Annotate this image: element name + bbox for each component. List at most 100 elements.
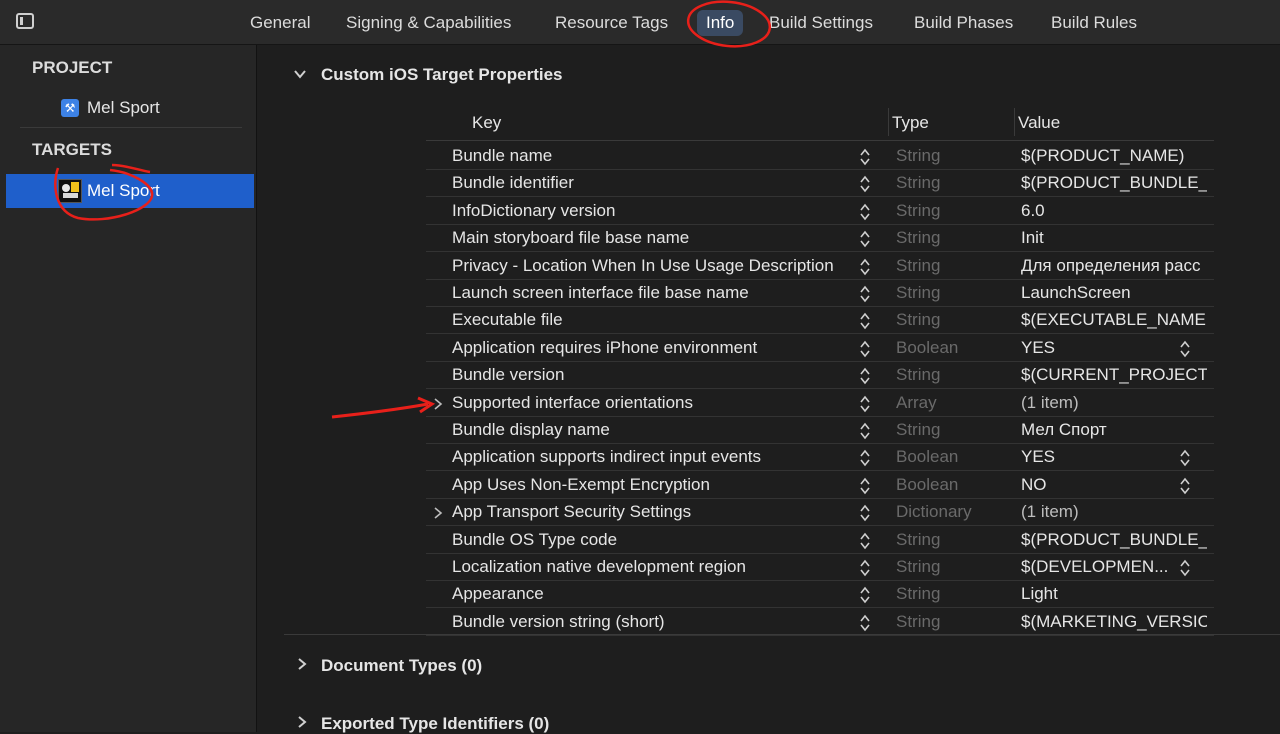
row-value[interactable]: Для определения расс bbox=[1021, 256, 1207, 276]
table-row[interactable]: Privacy - Location When In Use Usage Des… bbox=[426, 252, 1214, 280]
column-header-value[interactable]: Value bbox=[1018, 113, 1060, 133]
row-value[interactable]: (1 item) bbox=[1021, 502, 1207, 522]
row-type[interactable]: String bbox=[896, 420, 940, 440]
row-type[interactable]: Array bbox=[896, 393, 937, 413]
chevron-right-icon[interactable] bbox=[433, 505, 443, 519]
key-stepper-icon[interactable] bbox=[859, 175, 871, 193]
key-stepper-icon[interactable] bbox=[859, 203, 871, 221]
row-key[interactable]: Executable file bbox=[452, 310, 563, 330]
key-stepper-icon[interactable] bbox=[859, 395, 871, 413]
row-type[interactable]: Boolean bbox=[896, 475, 958, 495]
key-stepper-icon[interactable] bbox=[859, 422, 871, 440]
row-key[interactable]: Appearance bbox=[452, 584, 544, 604]
row-key[interactable]: Localization native development region bbox=[452, 557, 746, 577]
row-value[interactable]: $(PRODUCT_BUNDLE_ bbox=[1021, 530, 1207, 550]
row-value[interactable]: $(EXECUTABLE_NAME bbox=[1021, 310, 1207, 330]
key-stepper-icon[interactable] bbox=[859, 285, 871, 303]
row-value[interactable]: Мел Спорт bbox=[1021, 420, 1207, 440]
row-type[interactable]: String bbox=[896, 530, 940, 550]
row-key[interactable]: Bundle OS Type code bbox=[452, 530, 617, 550]
chevron-right-icon[interactable] bbox=[295, 715, 309, 729]
value-popup-icon[interactable] bbox=[1179, 559, 1191, 577]
row-key[interactable]: Bundle version string (short) bbox=[452, 612, 665, 632]
row-value[interactable]: $(CURRENT_PROJECT bbox=[1021, 365, 1207, 385]
key-stepper-icon[interactable] bbox=[859, 148, 871, 166]
value-popup-icon[interactable] bbox=[1179, 340, 1191, 358]
row-value[interactable]: $(PRODUCT_NAME) bbox=[1021, 146, 1207, 166]
row-type[interactable]: String bbox=[896, 228, 940, 248]
tab-info[interactable]: Info bbox=[697, 10, 744, 36]
table-row[interactable]: Bundle version String $(CURRENT_PROJECT bbox=[426, 361, 1214, 390]
table-row[interactable]: InfoDictionary version String 6.0 bbox=[426, 197, 1214, 225]
row-type[interactable]: Dictionary bbox=[896, 502, 972, 522]
key-stepper-icon[interactable] bbox=[859, 504, 871, 522]
row-key[interactable]: Bundle identifier bbox=[452, 173, 574, 193]
sidebar-toggle-icon[interactable] bbox=[16, 13, 34, 29]
row-value[interactable]: Init bbox=[1021, 228, 1207, 248]
row-value[interactable]: $(PRODUCT_BUNDLE_ bbox=[1021, 173, 1207, 193]
row-key[interactable]: App Uses Non-Exempt Encryption bbox=[452, 475, 710, 495]
key-stepper-icon[interactable] bbox=[859, 449, 871, 467]
table-row[interactable]: Application requires iPhone environment B… bbox=[426, 334, 1214, 362]
row-key[interactable]: Application requires iPhone environment bbox=[452, 338, 757, 358]
key-stepper-icon[interactable] bbox=[859, 258, 871, 276]
tab-resource-tags[interactable]: Resource Tags bbox=[555, 10, 668, 36]
table-row[interactable]: Executable file String $(EXECUTABLE_NAME bbox=[426, 306, 1214, 335]
table-row[interactable]: Appearance String Light bbox=[426, 580, 1214, 609]
row-type[interactable]: String bbox=[896, 173, 940, 193]
row-key[interactable]: Bundle version bbox=[452, 365, 564, 385]
key-stepper-icon[interactable] bbox=[859, 477, 871, 495]
key-stepper-icon[interactable] bbox=[859, 367, 871, 385]
row-type[interactable]: String bbox=[896, 612, 940, 632]
row-type[interactable]: String bbox=[896, 557, 940, 577]
row-key[interactable]: Supported interface orientations bbox=[452, 393, 693, 413]
key-stepper-icon[interactable] bbox=[859, 230, 871, 248]
key-stepper-icon[interactable] bbox=[859, 586, 871, 604]
sidebar-item-project[interactable]: ⚒ Mel Sport bbox=[6, 91, 254, 125]
row-key[interactable]: Application supports indirect input even… bbox=[452, 447, 761, 467]
table-row[interactable]: Localization native development region St… bbox=[426, 553, 1214, 581]
value-popup-icon[interactable] bbox=[1179, 477, 1191, 495]
table-row[interactable]: Launch screen interface file base name St… bbox=[426, 279, 1214, 307]
row-value[interactable]: LaunchScreen bbox=[1021, 283, 1207, 303]
row-key[interactable]: InfoDictionary version bbox=[452, 201, 615, 221]
row-key[interactable]: Bundle name bbox=[452, 146, 552, 166]
row-type[interactable]: String bbox=[896, 201, 940, 221]
sidebar-item-target[interactable]: Mel Sport bbox=[6, 174, 254, 208]
tab-build-phases[interactable]: Build Phases bbox=[914, 10, 1013, 36]
row-type[interactable]: Boolean bbox=[896, 447, 958, 467]
row-key[interactable]: Main storyboard file base name bbox=[452, 228, 689, 248]
row-key[interactable]: Privacy - Location When In Use Usage Des… bbox=[452, 256, 834, 276]
value-popup-icon[interactable] bbox=[1179, 449, 1191, 467]
column-header-key[interactable]: Key bbox=[472, 113, 501, 133]
table-row[interactable]: Bundle OS Type code String $(PRODUCT_BUNDL… bbox=[426, 526, 1214, 554]
table-row[interactable]: Bundle version string (short) String $(MAR… bbox=[426, 608, 1214, 636]
table-row[interactable]: Main storyboard file base name String Init bbox=[426, 224, 1214, 253]
tab-signing-capabilities[interactable]: Signing & Capabilities bbox=[346, 10, 511, 36]
key-stepper-icon[interactable] bbox=[859, 340, 871, 358]
row-type[interactable]: Boolean bbox=[896, 338, 958, 358]
tab-build-settings[interactable]: Build Settings bbox=[769, 10, 873, 36]
row-value[interactable]: Light bbox=[1021, 584, 1207, 604]
column-header-type[interactable]: Type bbox=[892, 113, 929, 133]
chevron-right-icon[interactable] bbox=[433, 396, 443, 410]
row-type[interactable]: String bbox=[896, 584, 940, 604]
exported-types-section[interactable]: Exported Type Identifiers (0) bbox=[321, 714, 549, 734]
table-row[interactable]: Supported interface orientations Array (1 … bbox=[426, 389, 1214, 417]
chevron-right-icon[interactable] bbox=[295, 657, 309, 671]
row-key[interactable]: App Transport Security Settings bbox=[452, 502, 691, 522]
row-type[interactable]: String bbox=[896, 365, 940, 385]
table-row[interactable]: App Uses Non-Exempt Encryption Boolean NO bbox=[426, 471, 1214, 499]
row-key[interactable]: Bundle display name bbox=[452, 420, 610, 440]
tab-general[interactable]: General bbox=[250, 10, 310, 36]
table-row[interactable]: Bundle identifier String $(PRODUCT_BUNDLE_ bbox=[426, 169, 1214, 198]
row-type[interactable]: String bbox=[896, 283, 940, 303]
key-stepper-icon[interactable] bbox=[859, 614, 871, 632]
row-value[interactable]: (1 item) bbox=[1021, 393, 1207, 413]
tab-build-rules[interactable]: Build Rules bbox=[1051, 10, 1137, 36]
row-type[interactable]: String bbox=[896, 256, 940, 276]
table-row[interactable]: Bundle display name String Мел Спорт bbox=[426, 416, 1214, 444]
key-stepper-icon[interactable] bbox=[859, 532, 871, 550]
key-stepper-icon[interactable] bbox=[859, 559, 871, 577]
table-row[interactable]: App Transport Security Settings Dictionar… bbox=[426, 498, 1214, 527]
